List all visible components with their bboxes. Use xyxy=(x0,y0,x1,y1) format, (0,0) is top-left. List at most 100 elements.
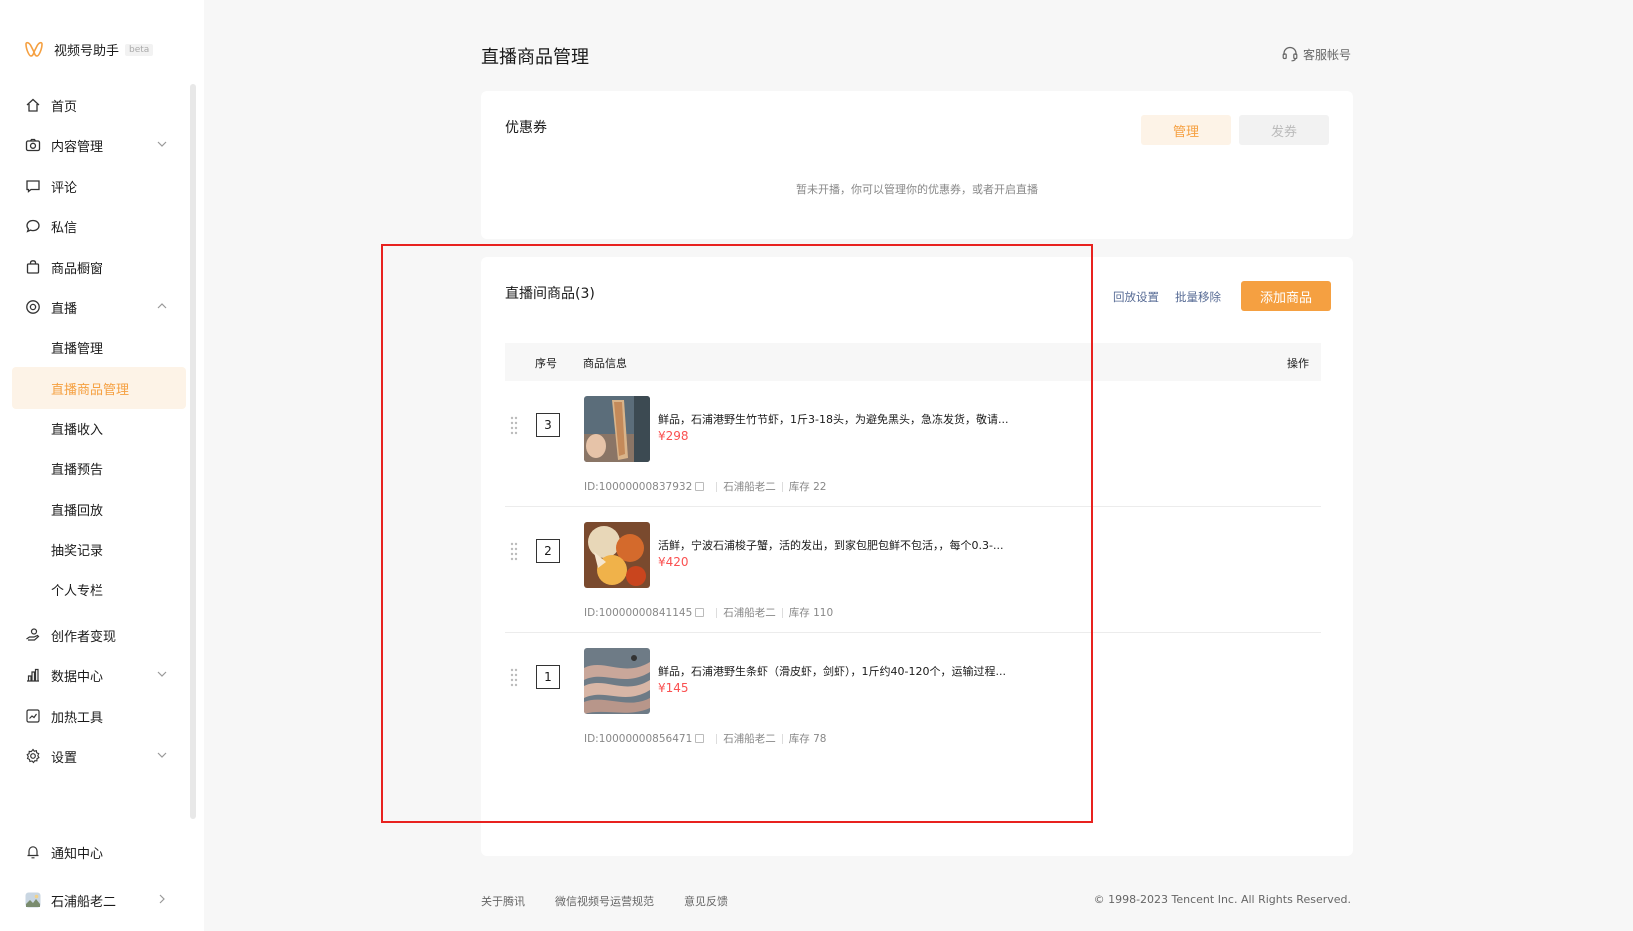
column-seq: 序号 xyxy=(535,357,557,370)
sidebar-item-label: 首页 xyxy=(51,99,78,115)
sidebar-item-column[interactable]: 个人专栏 xyxy=(12,568,186,610)
sidebar-item-content[interactable]: 内容管理 xyxy=(12,124,186,166)
sidebar-item-live[interactable]: 直播 xyxy=(12,286,186,328)
drag-handle-icon[interactable] xyxy=(509,667,519,687)
product-meta: ID:10000000837932 石浦船老二 库存 22 xyxy=(584,479,826,494)
chat-bubble-icon xyxy=(25,218,41,234)
footer-link-about[interactable]: 关于腾讯 xyxy=(481,893,525,909)
copy-icon[interactable] xyxy=(695,482,705,491)
logo-icon xyxy=(25,41,43,57)
product-stock: 库存 22 xyxy=(788,481,827,493)
sidebar-item-showcase[interactable]: 商品橱窗 xyxy=(12,246,186,288)
product-thumbnail[interactable] xyxy=(584,396,650,462)
sidebar-scrollbar[interactable] xyxy=(190,84,196,819)
sidebar-item-settings[interactable]: 设置 xyxy=(12,735,186,777)
sidebar-item-label: 直播回放 xyxy=(51,503,104,519)
sidebar-item-data[interactable]: 数据中心 xyxy=(12,654,186,696)
divider xyxy=(716,481,718,492)
add-goods-button[interactable]: 添加商品 xyxy=(1241,281,1331,311)
sidebar-item-label: 设置 xyxy=(51,750,78,766)
product-price: ¥298 xyxy=(658,429,689,443)
sidebar-item-label: 加热工具 xyxy=(51,710,104,726)
column-info: 商品信息 xyxy=(583,357,627,370)
chevron-down-icon xyxy=(157,752,167,758)
footer-link-feedback[interactable]: 意见反馈 xyxy=(684,893,728,909)
sidebar-item-label: 直播管理 xyxy=(51,341,104,357)
product-stock: 库存 78 xyxy=(788,733,827,745)
drag-handle-icon[interactable] xyxy=(509,415,519,435)
sidebar-item-lottery[interactable]: 抽奖记录 xyxy=(12,528,186,570)
sidebar-item-live-preview[interactable]: 直播预告 xyxy=(12,447,186,489)
seq-number[interactable]: 1 xyxy=(536,665,560,689)
goods-table-header: 序号 商品信息 操作 xyxy=(505,343,1321,381)
product-id: ID:10000000856471 xyxy=(584,732,693,745)
manage-coupon-button[interactable]: 管理 xyxy=(1141,115,1231,145)
drag-handle-icon[interactable] xyxy=(509,541,519,561)
avatar xyxy=(25,892,41,908)
app-name: 视频号助手 xyxy=(54,44,120,59)
sidebar-item-label: 通知中心 xyxy=(51,846,104,862)
beta-badge: beta xyxy=(125,43,154,56)
sidebar-item-account[interactable]: 石浦船老二 xyxy=(12,879,186,921)
table-row[interactable]: 2 活鲜，宁波石浦梭子蟹，活的发出，到家包肥包鲜不包活，，每个0.3-... ¥… xyxy=(505,507,1321,633)
product-price: ¥420 xyxy=(658,555,689,569)
bell-icon xyxy=(25,844,41,860)
sidebar-item-live-manage[interactable]: 直播管理 xyxy=(12,326,186,368)
seq-number[interactable]: 3 xyxy=(536,413,560,437)
product-thumbnail[interactable] xyxy=(584,648,650,714)
sidebar-item-live-goods[interactable]: 直播商品管理 xyxy=(12,367,186,409)
divider xyxy=(716,733,718,744)
sidebar: 视频号助手 beta 首页 内容管理 评论 私信 商品橱窗 直播 直播管理 直播… xyxy=(0,0,204,931)
shopping-bag-icon xyxy=(25,259,41,275)
sidebar-item-home[interactable]: 首页 xyxy=(12,84,186,126)
footer-links: 关于腾讯 微信视频号运营规范 意见反馈 xyxy=(481,893,758,909)
chevron-down-icon xyxy=(157,671,167,677)
sidebar-item-label: 抽奖记录 xyxy=(51,543,104,559)
copy-icon[interactable] xyxy=(695,608,705,617)
copyright: © 1998-2023 Tencent Inc. All Rights Rese… xyxy=(1093,893,1351,906)
footer-link-rules[interactable]: 微信视频号运营规范 xyxy=(555,893,654,909)
product-stock: 库存 110 xyxy=(788,607,834,619)
batch-remove-link[interactable]: 批量移除 xyxy=(1175,289,1221,305)
app-logo[interactable]: 视频号助手 beta xyxy=(24,40,154,59)
product-shop: 石浦船老二 xyxy=(723,733,776,745)
sidebar-item-monetize[interactable]: 创作者变现 xyxy=(12,614,186,656)
product-thumbnail[interactable] xyxy=(584,522,650,588)
product-shop: 石浦船老二 xyxy=(723,481,776,493)
bar-chart-icon xyxy=(25,667,41,683)
gear-icon xyxy=(25,748,41,764)
product-id: ID:10000000837932 xyxy=(584,480,693,493)
sidebar-item-live-income[interactable]: 直播收入 xyxy=(12,407,186,449)
sidebar-item-label: 数据中心 xyxy=(51,669,104,685)
issue-coupon-button[interactable]: 发券 xyxy=(1239,115,1329,145)
sidebar-item-label: 直播预告 xyxy=(51,462,104,478)
sidebar-item-messages[interactable]: 私信 xyxy=(12,205,186,247)
seq-number[interactable]: 2 xyxy=(536,539,560,563)
sidebar-item-live-replay[interactable]: 直播回放 xyxy=(12,488,186,530)
table-row[interactable]: 1 鲜品，石浦港野生条虾（滑皮虾，剑虾），1斤约40-120个，运输过程... … xyxy=(505,633,1321,759)
chevron-right-icon xyxy=(159,894,165,904)
replay-settings-link[interactable]: 回放设置 xyxy=(1113,289,1159,305)
product-name: 鲜品，石浦港野生竹节虾，1斤3-18头，为避免黑头，急冻发货，敬请... xyxy=(658,413,1009,426)
sidebar-item-label: 创作者变现 xyxy=(51,629,117,645)
sidebar-item-label: 评论 xyxy=(51,180,78,196)
sidebar-item-comments[interactable]: 评论 xyxy=(12,165,186,207)
page-title: 直播商品管理 xyxy=(481,47,589,68)
sidebar-item-notifications[interactable]: 通知中心 xyxy=(12,831,186,873)
product-shop: 石浦船老二 xyxy=(723,607,776,619)
live-icon xyxy=(25,299,41,315)
product-price: ¥145 xyxy=(658,681,689,695)
product-meta: ID:10000000841145 石浦船老二 库存 110 xyxy=(584,605,833,620)
live-goods-title: 直播间商品(3) xyxy=(505,286,595,302)
customer-service-link[interactable]: 客服帐号 xyxy=(1281,45,1351,63)
divider xyxy=(781,607,783,618)
sidebar-item-label: 直播收入 xyxy=(51,422,104,438)
column-action: 操作 xyxy=(1287,357,1309,370)
sidebar-item-label: 直播 xyxy=(51,301,78,317)
sidebar-item-label: 直播商品管理 xyxy=(51,382,130,398)
headset-icon xyxy=(1282,46,1298,62)
copy-icon[interactable] xyxy=(695,734,705,743)
sidebar-item-boost[interactable]: 加热工具 xyxy=(12,695,186,737)
coupon-title: 优惠券 xyxy=(505,120,547,136)
table-row[interactable]: 3 鲜品，石浦港野生竹节虾，1斤3-18头，为避免黑头，急冻发货，敬请... ¥… xyxy=(505,381,1321,507)
